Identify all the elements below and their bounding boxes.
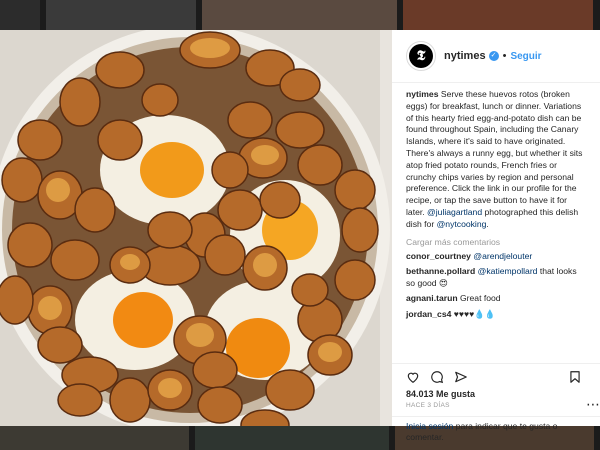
comment-username[interactable]: bethanne.pollard [406, 266, 475, 276]
heart-icon[interactable] [406, 370, 420, 384]
list-item: bethanne.pollard @katiempollard that loo… [406, 266, 586, 289]
caption-text-1: Serve these huevos rotos (broken eggs) f… [406, 89, 583, 217]
comment-username[interactable]: conor_courtney [406, 251, 471, 261]
comment-username[interactable]: agnani.tarun [406, 293, 458, 303]
separator-dot: • [502, 50, 507, 62]
caption-username[interactable]: nytimes [406, 89, 438, 99]
comment-username[interactable]: jordan_cs4 [406, 309, 451, 319]
login-link[interactable]: Inicia sesión [406, 421, 453, 431]
comment-mention[interactable]: @katiempollard [478, 266, 538, 276]
comment-text: Great food [457, 293, 501, 304]
like-count[interactable]: 84.013 Me gusta [406, 389, 475, 399]
post-caption: nytimes Serve these huevos rotos (broken… [406, 89, 586, 231]
comment-icon[interactable] [430, 370, 444, 384]
list-item: conor_courtney @arendjelouter [406, 251, 586, 263]
bookmark-icon[interactable] [568, 370, 582, 384]
username[interactable]: nytimes [444, 50, 486, 62]
caption-mention-julia[interactable]: @juliagartland [427, 207, 482, 217]
comments-list[interactable]: nytimes Serve these huevos rotos (broken… [392, 83, 600, 360]
follow-button[interactable]: Seguir [510, 51, 541, 62]
comment-text: ♥♥♥♥💧💧 [451, 308, 496, 319]
comment-mention[interactable]: @arendjelouter [473, 251, 532, 261]
list-item: agnani.tarun Great food [406, 293, 586, 305]
divider [392, 416, 600, 417]
more-icon[interactable]: ⋯ [586, 396, 600, 413]
login-prompt: Inicia sesión para indicar que te gusta … [406, 421, 581, 443]
caption-mention-nytcooking[interactable]: @nytcooking [437, 219, 487, 229]
huevos-rotos-photo [0, 30, 392, 426]
post-header: 𝕿 nytimes ✓ • Seguir [392, 30, 600, 83]
post-sidebar: 𝕿 nytimes ✓ • Seguir nytimes Serve these… [392, 30, 600, 442]
caption-text-3: . [486, 218, 489, 229]
post-image[interactable] [0, 30, 392, 426]
post-modal: 𝕿 nytimes ✓ • Seguir nytimes Serve these… [0, 30, 600, 442]
load-more-comments[interactable]: Cargar más comentarios [406, 237, 586, 247]
avatar[interactable]: 𝕿 [406, 41, 436, 71]
verified-badge-icon: ✓ [488, 51, 499, 61]
nyt-logo-icon: 𝕿 [409, 44, 433, 68]
post-timestamp: HACE 3 DÍAS [406, 402, 450, 409]
share-icon[interactable] [454, 370, 468, 384]
background-feed-top [0, 0, 600, 30]
list-item: jordan_cs4 ♥♥♥♥💧💧 [406, 309, 586, 321]
action-bar [392, 363, 600, 388]
